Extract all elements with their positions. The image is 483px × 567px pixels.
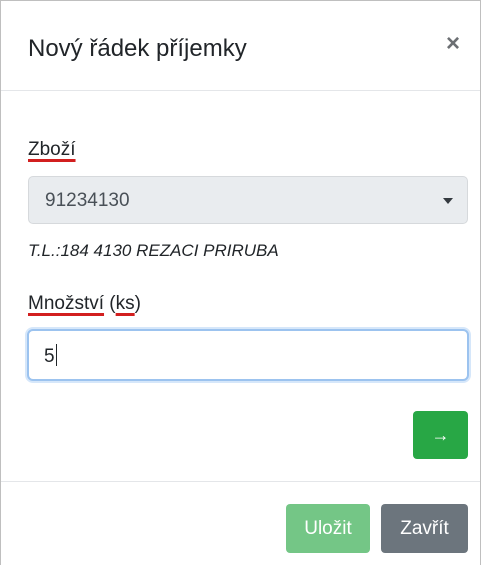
product-description: T.L.:184 4130 REZACI PRIRUBA (28, 241, 279, 260)
quantity-input[interactable]: 5 (27, 329, 469, 381)
quantity-label-unit: ks (115, 293, 135, 314)
arrow-right-icon: → (431, 425, 450, 445)
quantity-label-word: Množství (28, 293, 105, 314)
product-select[interactable]: 91234130 (28, 176, 468, 224)
dialog-title: Nový řádek příjemky (28, 35, 247, 62)
product-label-text: Zboží (28, 139, 76, 160)
quantity-input-value: 5 (44, 344, 57, 369)
next-button[interactable]: → (413, 411, 468, 459)
quantity-value-text: 5 (44, 346, 55, 367)
dialog-footer: Uložit Zavřít (1, 481, 480, 566)
quantity-label: Množství (ks) (28, 293, 141, 314)
close-button[interactable]: Zavřít (381, 504, 468, 553)
receipt-line-dialog: Nový řádek příjemky × Zboží 91234130 T.L… (0, 0, 481, 565)
text-cursor (55, 344, 57, 366)
save-button[interactable]: Uložit (286, 504, 370, 553)
chevron-down-icon (443, 198, 453, 204)
close-icon[interactable]: × (440, 31, 466, 57)
dialog-header: Nový řádek příjemky × (1, 1, 480, 91)
product-label: Zboží (28, 138, 76, 162)
product-select-value: 91234130 (45, 190, 130, 211)
